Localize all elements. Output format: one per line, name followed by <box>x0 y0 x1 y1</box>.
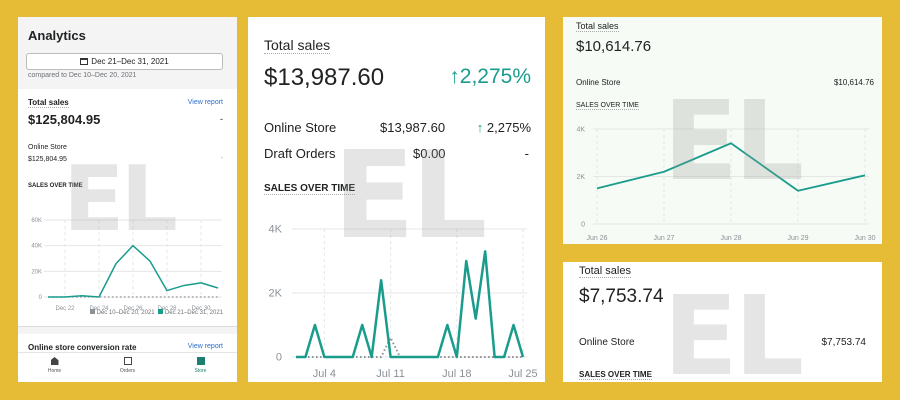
y-tick-label: 20K <box>31 269 42 275</box>
row-draft-orders-label: Draft Orders <box>264 146 336 161</box>
x-tick-label: Jun 27 <box>653 235 674 242</box>
calendar-icon <box>80 58 89 65</box>
total-sales-change: - <box>220 114 223 124</box>
bottom-nav: Home Orders Store <box>18 352 237 382</box>
watermark-logo: EL <box>663 272 804 382</box>
total-sales-label: Total sales <box>28 98 69 108</box>
row-online-store-value: $13,987.60 <box>380 120 446 135</box>
y-tick-label: 0 <box>276 352 282 364</box>
legend-item-current: Dec 21–Dec 31, 2021 <box>164 310 223 316</box>
legend-swatch-comparison <box>89 309 95 314</box>
total-sales-panel-july: Total sales $13,987.60 ↑2,275% Online St… <box>248 17 545 382</box>
chart-legend: Dec 10–Dec 20, 2021 Dec 21–Dec 31, 2021 <box>89 309 223 316</box>
nav-home-label: Home <box>47 368 62 374</box>
chart-title: SALES OVER TIME <box>28 183 83 189</box>
y-tick-label: 4K <box>576 126 585 133</box>
sales-chart: 020K40K60KDec 22 Dec 24 Dec 26 Dec 28 Dec 30 <box>31 218 222 312</box>
conversion-rate-label: Online store conversion rate <box>28 343 137 352</box>
total-sales-label: Total sales <box>264 37 331 54</box>
channel-change: - <box>220 155 223 162</box>
total-sales-value: $7,753.74 <box>579 286 664 307</box>
total-sales-label: Total sales <box>576 21 619 32</box>
analytics-mobile-panel: Analytics Dec 21–Dec 31, 2021 compared t… <box>18 17 237 382</box>
row-online-store-label: Online Store <box>264 120 337 135</box>
series-line-0 <box>296 336 523 358</box>
row-draft-orders-value: $0.00 <box>413 146 446 161</box>
channel-label: Online Store <box>579 337 635 348</box>
y-tick-label: 0 <box>581 221 585 228</box>
series-line-1 <box>296 250 525 359</box>
y-tick-label: 2K <box>576 174 585 181</box>
total-sales-change: ↑2,275% <box>449 65 531 89</box>
row-online-store-change: ↑ 2,275% <box>477 120 531 135</box>
date-range-button[interactable]: Dec 21–Dec 31, 2021 <box>26 53 223 70</box>
x-tick-label: Dec 22 <box>55 306 75 312</box>
total-sales-panel-june: Total sales $10,614.76 Online Store $10,… <box>563 17 882 244</box>
store-icon <box>196 357 205 365</box>
chart-title: SALES OVER TIME <box>264 183 356 195</box>
page-title: Analytics <box>28 28 86 43</box>
x-tick-label: Jul 11 <box>376 368 405 380</box>
home-icon <box>50 357 59 365</box>
view-report-link[interactable]: View report <box>188 99 223 106</box>
date-range-label: Dec 21–Dec 31, 2021 <box>91 57 169 66</box>
x-tick-label: Jul 25 <box>508 368 537 380</box>
total-sales-value: $10,614.76 <box>576 38 652 55</box>
compared-to-text: compared to Dec 10–Dec 20, 2021 <box>28 72 137 79</box>
channel-value: $125,804.95 <box>28 156 67 163</box>
arrow-up-icon: ↑ <box>449 65 460 88</box>
x-tick-label: Jul 18 <box>442 368 471 380</box>
chart-title: SALES OVER TIME <box>579 370 652 380</box>
y-tick-label: 40K <box>31 244 42 250</box>
x-tick-label: Jun 30 <box>854 235 875 242</box>
y-tick-label: 60K <box>31 218 42 224</box>
x-tick-label: Jun 28 <box>720 235 741 242</box>
sales-chart: 0 2K 4K Jul 4 Jul 11 Jul 18 Jul 25 <box>269 224 538 380</box>
channel-label: Online Store <box>28 144 67 151</box>
channel-value: $10,614.76 <box>833 78 874 87</box>
nav-store[interactable]: Store <box>164 353 237 382</box>
change-value: 2,275% <box>486 120 531 135</box>
x-tick-label: Jun 26 <box>586 235 607 242</box>
orders-icon <box>123 357 132 365</box>
section-divider <box>18 326 237 334</box>
channel-value: $7,753.74 <box>821 337 867 348</box>
sales-chart: 0 2K 4K Jun 26 Jun 27 Jun 28 Jun 29 Jun 30 <box>576 126 875 242</box>
conversion-view-report-link[interactable]: View report <box>188 343 223 350</box>
x-tick-label: Jun 29 <box>787 235 808 242</box>
arrow-up-icon: ↑ <box>476 120 487 135</box>
channel-label: Online Store <box>576 78 621 87</box>
total-sales-value: $13,987.60 <box>264 64 385 91</box>
x-tick-label: Jul 4 <box>313 368 336 380</box>
nav-store-label: Store <box>194 368 207 374</box>
y-tick-label: 0 <box>39 295 43 301</box>
y-tick-label: 4K <box>269 224 283 236</box>
total-sales-value: $125,804.95 <box>28 112 101 127</box>
chart-title: SALES OVER TIME <box>576 102 639 110</box>
legend-item-comparison: Dec 10–Dec 20, 2021 <box>96 310 155 316</box>
nav-home[interactable]: Home <box>18 353 91 382</box>
nav-orders-label: Orders <box>119 368 136 374</box>
total-sales-panel-summary: Total sales $7,753.74 Online Store $7,75… <box>563 262 882 382</box>
y-tick-label: 2K <box>269 288 283 300</box>
legend-swatch-current <box>158 309 164 314</box>
change-value: 2,275% <box>459 65 531 88</box>
nav-orders[interactable]: Orders <box>91 353 164 382</box>
row-draft-orders-change: - <box>524 146 529 161</box>
total-sales-label: Total sales <box>579 265 631 278</box>
